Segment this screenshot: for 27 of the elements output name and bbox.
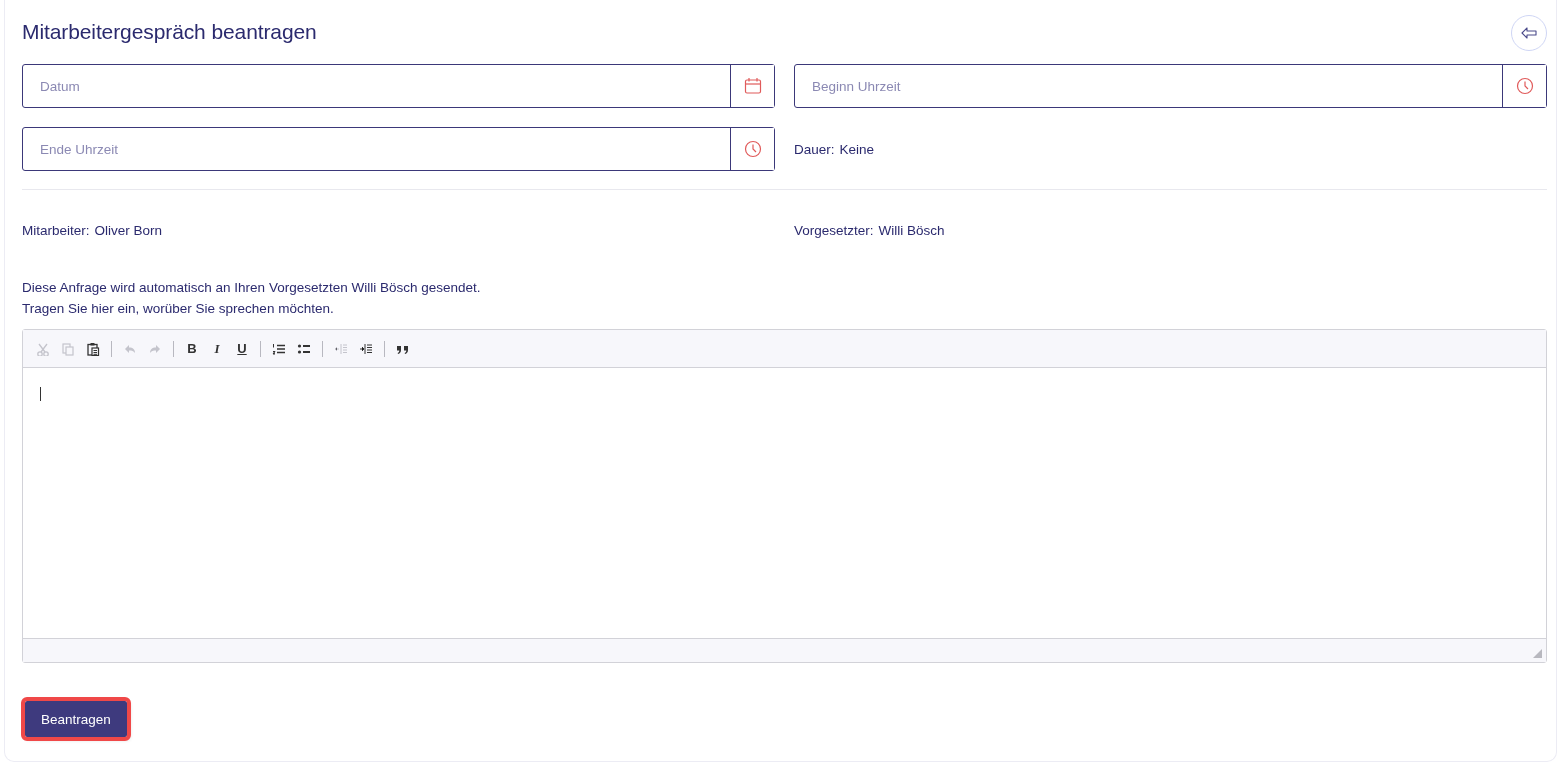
employee-label: Mitarbeiter:: [22, 222, 90, 238]
page-title: Mitarbeitergespräch beantragen: [22, 20, 317, 44]
bullet-list-icon[interactable]: [297, 341, 311, 356]
info-text: Diese Anfrage wird automatisch an Ihren Vorgesetzten Willi Bösch gesendet.: [22, 279, 482, 297]
duration-value: Keine: [839, 141, 875, 157]
clock-icon: [1515, 77, 1534, 95]
text-cursor: [40, 387, 41, 401]
resize-handle-icon[interactable]: [1533, 649, 1542, 658]
employee-name: Oliver Born: [94, 222, 163, 238]
clock-button[interactable]: [730, 128, 774, 170]
supervisor-label: Vorgesetzter:: [794, 222, 874, 238]
supervisor-name: Willi Bösch: [878, 222, 945, 238]
back-arrow-icon: [1520, 25, 1538, 41]
clock-button[interactable]: [1502, 65, 1546, 107]
clock-icon: [743, 140, 762, 158]
bold-button[interactable]: B: [185, 341, 199, 356]
back-button[interactable]: [1511, 15, 1547, 51]
info-text: Tragen Sie hier ein, worüber Sie sprechen möchten.: [22, 300, 335, 318]
duration-label: Dauer:: [794, 141, 835, 157]
italic-button[interactable]: I: [210, 341, 224, 356]
numbered-list-icon[interactable]: [272, 341, 286, 356]
rich-text-editor[interactable]: B I U: [22, 329, 1547, 663]
underline-button[interactable]: U: [235, 341, 249, 356]
calendar-button[interactable]: [730, 65, 774, 107]
calendar-icon: [743, 77, 762, 95]
indent-icon[interactable]: [359, 341, 373, 356]
clipboard-icon[interactable]: [86, 341, 100, 356]
